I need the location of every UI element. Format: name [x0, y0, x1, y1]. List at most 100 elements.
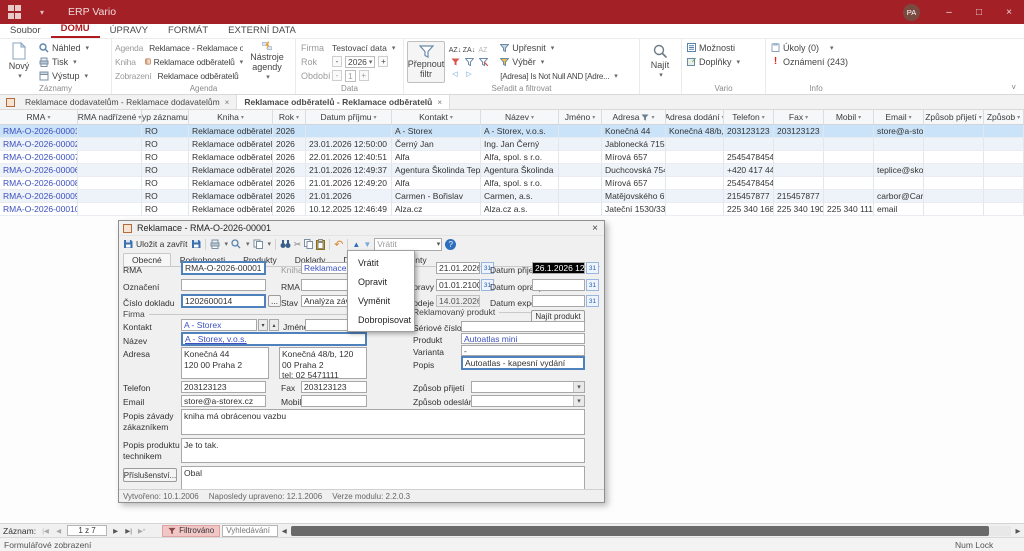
grid-cell[interactable] — [774, 177, 824, 190]
grid-cell[interactable]: store@a-store — [874, 125, 924, 138]
grid-cell[interactable]: 23.01.2026 12:50:00 — [306, 138, 392, 151]
next-filter-icon[interactable]: ▷ — [462, 69, 476, 80]
rok-value[interactable]: 2026▾ — [345, 56, 375, 68]
help-icon[interactable]: ? — [445, 239, 456, 250]
rma-link-cell[interactable]: RMA-O-2026-00006 — [0, 164, 78, 177]
grid-cell[interactable]: +420 417 445 2. — [724, 164, 774, 177]
zaruka-field[interactable]: 01.01.2100 — [436, 279, 480, 291]
document-tab[interactable]: Reklamace dodavatelům - Reklamace dodava… — [18, 95, 237, 109]
grid-cell[interactable] — [78, 151, 142, 164]
grid-cell[interactable]: 2026 — [273, 203, 306, 216]
grid-cell[interactable] — [78, 138, 142, 151]
grid-cell[interactable] — [78, 164, 142, 177]
datum-opravy-field[interactable] — [532, 279, 585, 291]
grid-cell[interactable]: Carmen - Bořislav — [392, 190, 481, 203]
calendar-icon[interactable]: 31 — [586, 279, 599, 291]
grid-cell[interactable] — [78, 125, 142, 138]
grid-cell[interactable] — [984, 177, 1024, 190]
grid-cell[interactable] — [984, 164, 1024, 177]
telefon-field[interactable]: 203123123 — [181, 381, 266, 393]
document-tab[interactable]: Reklamace odběratelů - Reklamace odběrat… — [237, 95, 450, 109]
new-record-button[interactable]: Nový▾ — [3, 41, 35, 81]
grid-cell[interactable]: carbor@Carme — [874, 190, 924, 203]
scroll-left-icon[interactable]: ◀ — [278, 525, 290, 536]
cislo-dokladu-field[interactable]: 1202600014 — [181, 294, 266, 308]
column-header[interactable]: Typ záznamu▾ — [142, 110, 189, 124]
filter-icon[interactable] — [462, 57, 476, 68]
grid-cell[interactable]: 203123123 — [774, 125, 824, 138]
find-button[interactable] — [280, 239, 291, 249]
grid-cell[interactable] — [824, 190, 874, 203]
grid-cell[interactable]: A - Storex — [392, 125, 481, 138]
produkt-field[interactable]: Autoatlas mini — [461, 333, 585, 344]
rok-minus-button[interactable]: - — [332, 56, 342, 67]
grid-cell[interactable] — [824, 138, 874, 151]
close-tab-icon[interactable]: × — [437, 98, 442, 107]
grid-cell[interactable] — [924, 164, 984, 177]
popis-produktu-field[interactable]: Je to tak. — [181, 438, 585, 463]
zpusob-odeslani-combo[interactable] — [471, 395, 585, 407]
column-dropdown-icon[interactable]: ▾ — [531, 114, 534, 121]
preview-button[interactable]: Náhled▾ — [37, 41, 91, 54]
ribbon-tab-formát[interactable]: FORMÁT — [158, 25, 218, 38]
grid-cell[interactable]: RO — [142, 177, 189, 190]
grid-cell[interactable] — [984, 125, 1024, 138]
obdobi-stepper[interactable]: Období - 1 + — [299, 69, 400, 82]
grid-cell[interactable]: Carmen, a.s. — [481, 190, 559, 203]
grid-cell[interactable] — [984, 138, 1024, 151]
filtered-indicator[interactable]: Filtrováno — [162, 525, 220, 537]
grid-cell[interactable] — [774, 138, 824, 151]
print-button[interactable]: Tisk▾ — [37, 55, 91, 68]
column-dropdown-icon[interactable]: ▾ — [592, 114, 595, 121]
grid-cell[interactable] — [924, 151, 984, 164]
grid-cell[interactable] — [874, 138, 924, 151]
column-dropdown-icon[interactable]: ▾ — [805, 114, 808, 121]
selection-filter-button[interactable]: Výběr▾ — [498, 56, 636, 69]
grid-cell[interactable] — [824, 164, 874, 177]
column-header[interactable]: Email▾ — [874, 110, 924, 124]
grid-cell[interactable]: Ing. Jan Černý — [481, 138, 559, 151]
grid-cell[interactable]: Agentura Školinda Teplice — [392, 164, 481, 177]
table-row[interactable]: RMA-O-2026-00008ROReklamace odběratelů20… — [0, 177, 1024, 190]
new-record-button[interactable]: ▶* — [135, 525, 148, 536]
firma-combo[interactable]: Firma Testovací data▾ — [299, 41, 400, 54]
grid-cell[interactable]: 21.01.2026 12:49:20 — [306, 177, 392, 190]
grid-cell[interactable] — [78, 177, 142, 190]
prislusenstvi-button[interactable]: Příslušenství... — [123, 468, 177, 482]
nazev-field[interactable]: A - Storex, v.o.s. — [181, 332, 367, 346]
grid-cell[interactable] — [924, 190, 984, 203]
column-header[interactable]: Způsob přijetí▾ — [924, 110, 984, 124]
grid-cell[interactable]: 2026 — [273, 151, 306, 164]
grid-cell[interactable]: 22.01.2026 12:40:51 — [306, 151, 392, 164]
user-avatar[interactable]: PA — [903, 4, 920, 21]
toggle-filter-button[interactable]: Přepnout filtr — [407, 41, 445, 83]
column-dropdown-icon[interactable]: ▾ — [47, 114, 50, 121]
column-header[interactable]: Kniha▾ — [189, 110, 273, 124]
column-dropdown-icon[interactable]: ▾ — [374, 114, 377, 121]
grid-cell[interactable]: Reklamace odběratelů — [189, 177, 273, 190]
grid-cell[interactable]: A - Storex, v.o.s. — [481, 125, 559, 138]
grid-cell[interactable]: RO — [142, 203, 189, 216]
sort-descending-icon[interactable]: ZA↓ — [462, 45, 476, 56]
grid-cell[interactable] — [78, 190, 142, 203]
grid-cell[interactable] — [824, 151, 874, 164]
grid-cell[interactable] — [78, 203, 142, 216]
column-header[interactable]: Rok▾ — [273, 110, 306, 124]
grid-cell[interactable] — [559, 177, 602, 190]
grid-cell[interactable]: 225 340 190 — [774, 203, 824, 216]
horizontal-scrollbar[interactable] — [291, 526, 1011, 536]
grid-cell[interactable]: Duchcovská 754/25 — [602, 164, 666, 177]
grid-cell[interactable] — [774, 164, 824, 177]
obdobi-plus-button[interactable]: + — [359, 70, 369, 81]
column-header[interactable]: Datum příjmu▾ — [306, 110, 392, 124]
grid-cell[interactable] — [559, 203, 602, 216]
more-button[interactable]: ... — [268, 295, 281, 307]
grid-cell[interactable]: Agentura Školinda — [481, 164, 559, 177]
grid-cell[interactable]: Alfa — [392, 151, 481, 164]
rma-field[interactable]: RMA-O-2026-00001 — [181, 261, 266, 275]
column-header[interactable]: Název▾ — [481, 110, 559, 124]
search-input[interactable]: Vyhledávání — [222, 525, 278, 537]
rma-link-cell[interactable]: RMA-O-2026-00007 — [0, 151, 78, 164]
column-header[interactable]: Adresa▾ — [602, 110, 666, 124]
grid-cell[interactable]: 225 340 168 — [724, 203, 774, 216]
